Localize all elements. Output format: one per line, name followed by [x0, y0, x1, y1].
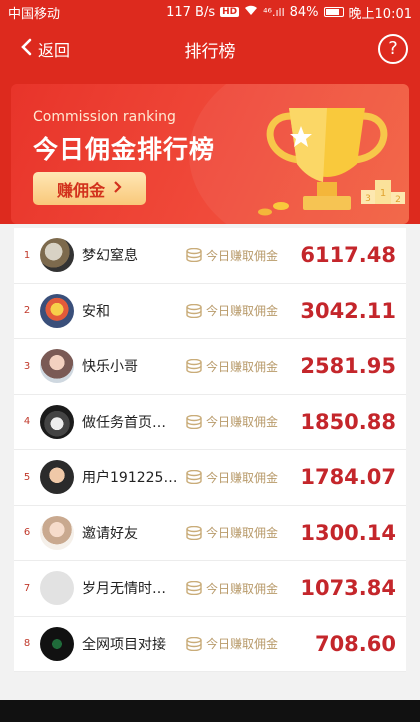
avatar: [40, 238, 74, 273]
coin-stack-icon: [186, 581, 202, 596]
battery-percent: 84%: [289, 4, 319, 20]
commission-amount: 1073.84: [300, 576, 396, 601]
rank-number: 7: [23, 582, 31, 594]
user-name: 岁月无情时…: [82, 581, 166, 598]
ranking-row[interactable]: 5 用户191225… 今日赚取佣金 1784.07: [14, 450, 406, 506]
carrier-name: 中国移动: [8, 6, 61, 22]
user-name: 安和: [82, 303, 110, 320]
rank-number: 2: [23, 305, 31, 317]
coin-stack-icon: [186, 636, 202, 651]
commission-tag: 今日赚取佣金: [206, 637, 279, 652]
avatar: [40, 404, 74, 439]
commission-banner: Commission ranking 今日佣金排行榜 赚佣金 1 2 3: [11, 84, 409, 224]
commission-amount: 6117.48: [300, 243, 396, 268]
ranking-row[interactable]: 7 岁月无情时… 今日赚取佣金 1073.84: [14, 561, 406, 617]
commission-amount: 1850.88: [300, 409, 396, 434]
coin-stack-icon: [186, 470, 202, 485]
commission-tag: 今日赚取佣金: [206, 359, 279, 374]
rank-number: 4: [23, 416, 31, 428]
avatar: [40, 571, 74, 606]
commission-amount: 3042.11: [300, 298, 396, 323]
rank-number: 1: [23, 249, 31, 261]
coin-stack-icon: [186, 303, 202, 318]
nav-bar: 返回 排行榜 ?: [0, 24, 420, 74]
commission-amount: 1784.07: [300, 465, 396, 490]
commission-tag: 今日赚取佣金: [206, 248, 279, 263]
avatar: [40, 626, 74, 661]
banner-title: 今日佣金排行榜: [33, 135, 216, 164]
trophy-badge-2: 2: [395, 195, 401, 205]
commission-amount: 1300.14: [300, 520, 396, 545]
back-label: 返回: [38, 41, 71, 60]
commission-tag: 今日赚取佣金: [206, 415, 279, 430]
clock: 晚上10:01: [348, 6, 412, 22]
user-name: 做任务首页…: [82, 414, 166, 431]
help-button[interactable]: ?: [378, 34, 408, 64]
rank-number: 8: [23, 638, 31, 650]
ranking-row[interactable]: 1 梦幻窒息 今日赚取佣金 6117.48: [14, 228, 406, 284]
commission-tag: 今日赚取佣金: [206, 470, 279, 485]
banner-subtitle: Commission ranking: [33, 109, 176, 125]
network-speed: 117 B/s: [166, 4, 216, 20]
user-name: 快乐小哥: [82, 359, 138, 376]
ranking-list: 1 梦幻窒息 今日赚取佣金 6117.48 2 安和 今日赚取佣金 3042.11 3 快乐小哥今…: [14, 228, 406, 672]
coin-stack-icon: [186, 359, 202, 374]
ranking-row[interactable]: 3 快乐小哥 今日赚取佣金 2581.95: [14, 339, 406, 395]
coin-stack-icon: [186, 414, 202, 429]
back-button[interactable]: 返回: [20, 24, 70, 74]
earn-commission-label: 赚佣金: [56, 180, 105, 200]
signal-icon: ⁴⁶.ıll: [263, 5, 285, 19]
commission-amount: 2581.95: [300, 354, 396, 379]
hd-badge: HD: [220, 7, 240, 17]
ranking-row[interactable]: 2 安和 今日赚取佣金 3042.11: [14, 284, 406, 339]
earn-commission-button[interactable]: 赚佣金: [33, 172, 146, 205]
user-name: 邀请好友: [82, 525, 138, 542]
rank-number: 3: [23, 360, 31, 372]
avatar: [40, 293, 74, 328]
system-nav-bar: [0, 700, 420, 722]
avatar: [40, 460, 74, 495]
battery-icon: [323, 7, 344, 17]
user-name: 用户191225…: [82, 470, 178, 487]
trophy-icon: 1 2 3: [258, 108, 405, 216]
user-name: 全网项目对接: [82, 636, 166, 653]
ranking-row[interactable]: 6 邀请好友 今日赚取佣金 1300.14: [14, 506, 406, 561]
rank-number: 5: [23, 471, 31, 483]
coin-stack-icon: [186, 525, 202, 540]
status-bar: 中国移动 117 B/s HD ⁴⁶.ıll 84% 晚上10:01: [0, 0, 420, 24]
commission-tag: 今日赚取佣金: [206, 526, 279, 541]
commission-tag: 今日赚取佣金: [206, 581, 279, 596]
avatar: [40, 349, 74, 384]
coin-stack-icon: [186, 248, 202, 263]
trophy-badge-1: 1: [380, 188, 386, 199]
ranking-row[interactable]: 8 全网项目对接 今日赚取佣金 708.60: [14, 617, 406, 672]
user-name: 梦幻窒息: [82, 248, 138, 265]
commission-amount: 708.60: [314, 631, 396, 656]
rank-number: 6: [23, 527, 31, 539]
trophy-badge-3: 3: [365, 194, 371, 204]
wifi-icon: [244, 5, 258, 20]
commission-tag: 今日赚取佣金: [206, 304, 279, 319]
ranking-row[interactable]: 4 做任务首页… 今日赚取佣金 1850.88: [14, 395, 406, 450]
avatar: [40, 515, 74, 550]
chevron-right-icon: [113, 179, 122, 198]
chevron-left-icon: [20, 38, 32, 60]
